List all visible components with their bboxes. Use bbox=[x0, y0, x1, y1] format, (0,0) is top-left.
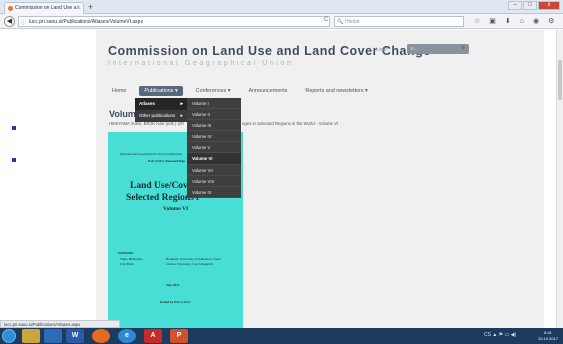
left-margin-mark bbox=[12, 158, 16, 162]
dropdown-item-label: Atlases bbox=[139, 101, 156, 106]
browser-tab[interactable]: Commission on Land Use a... × bbox=[4, 2, 84, 14]
home-icon[interactable]: ⌂ bbox=[520, 16, 524, 27]
acrobat-icon[interactable]: A bbox=[144, 329, 162, 343]
main-menu: Home Publications ▾ Conferences ▾ Announ… bbox=[107, 86, 373, 96]
cover-editor-1-affil: Hokkaido University of Education, Japan bbox=[166, 257, 221, 261]
submenu-item-volume-9[interactable]: Volume IX bbox=[187, 187, 241, 198]
new-tab-button[interactable]: + bbox=[88, 2, 93, 12]
tab-title: Commission on Land Use a... bbox=[15, 5, 81, 11]
media-player-icon[interactable] bbox=[44, 329, 62, 343]
submenu-item-volume-4[interactable]: Volume IV bbox=[187, 131, 241, 143]
site-search-input[interactable]: e... ⌕ bbox=[407, 44, 469, 54]
dropdown-item-other-publications[interactable]: Other publications ▸ bbox=[135, 110, 187, 122]
powerpoint-icon[interactable]: P bbox=[170, 329, 188, 343]
cover-editors-label: EDITORS: bbox=[118, 251, 134, 255]
menu-item-reports[interactable]: Reports and newsletters ▾ bbox=[300, 86, 372, 96]
submenu-item-volume-2[interactable]: Volume II bbox=[187, 109, 241, 121]
browser-toolbar: ◀ ⓘ lucc.pri.sanu.si/Publications/Atlase… bbox=[0, 14, 563, 29]
status-bar-url: lucc.pri.sanu.si/Publications/Atlases.as… bbox=[0, 320, 120, 328]
file-explorer-icon[interactable] bbox=[22, 329, 40, 343]
start-button[interactable] bbox=[2, 329, 16, 343]
cover-org: International Geographical Union Commiss… bbox=[120, 152, 182, 156]
reading-list-icon[interactable]: ▣ bbox=[489, 16, 496, 27]
submenu-item-volume-8[interactable]: Volume VIII bbox=[187, 176, 241, 187]
url-text: lucc.pri.sanu.si/Publications/Atlases/Vo… bbox=[29, 19, 143, 25]
clock-date: 10.10.2017 bbox=[538, 336, 559, 341]
scrollbar-thumb[interactable] bbox=[558, 60, 562, 100]
tab-close-icon[interactable]: × bbox=[76, 5, 80, 11]
reload-icon[interactable]: C bbox=[324, 17, 328, 23]
chevron-right-icon: ▸ bbox=[180, 101, 183, 107]
menu-item-publications[interactable]: Publications ▾ bbox=[139, 86, 183, 96]
extension-icon[interactable]: ⚙ bbox=[548, 16, 554, 27]
taskbar-clock[interactable]: 8:41 10.10.2017 bbox=[538, 330, 558, 342]
browser-toolbar-icons: ☆ ▣ ⬇ ⌂ ◉ ⚙ ≡ bbox=[474, 16, 563, 27]
menu-item-conferences[interactable]: Conferences ▾ bbox=[191, 86, 236, 96]
site-search-placeholder: e... bbox=[411, 46, 418, 52]
atlases-submenu: Volume I Volume II Volume III Volume IV … bbox=[187, 98, 241, 198]
site-info-icon[interactable]: ⓘ bbox=[21, 19, 26, 26]
byline-continued: nges in Selected Regions in the World - … bbox=[242, 121, 339, 126]
browser-search-input[interactable]: 🔍 Hledat bbox=[334, 16, 464, 27]
maximize-button[interactable]: □ bbox=[523, 1, 537, 10]
downloads-icon[interactable]: ⬇ bbox=[505, 16, 511, 27]
publications-dropdown: Atlases ▸ Other publications ▸ bbox=[135, 98, 187, 122]
pocket-icon[interactable]: ◉ bbox=[533, 16, 539, 27]
close-window-button[interactable]: x bbox=[538, 1, 560, 10]
submenu-item-volume-1[interactable]: Volume I bbox=[187, 98, 241, 110]
browser-tab-strip: Commission on Land Use a... × + – □ x bbox=[0, 0, 563, 14]
search-icon: 🔍 bbox=[337, 19, 344, 25]
back-button[interactable]: ◀ bbox=[4, 16, 15, 27]
cover-issued: Issued by IGU-LUCC bbox=[160, 300, 191, 304]
dropdown-item-label: Other publications bbox=[139, 113, 176, 118]
bookmark-star-icon[interactable]: ☆ bbox=[474, 16, 480, 27]
internet-explorer-icon[interactable]: e bbox=[118, 329, 136, 343]
window-controls: – □ x bbox=[508, 1, 560, 11]
word-icon[interactable]: W bbox=[66, 329, 84, 343]
submenu-item-volume-5[interactable]: Volume V bbox=[187, 142, 241, 154]
cover-editor-1: Yukio Himiyama bbox=[120, 257, 143, 261]
menu-item-announcements[interactable]: Announcements bbox=[243, 86, 292, 96]
chevron-right-icon: ▸ bbox=[180, 113, 183, 119]
site-favicon-icon bbox=[8, 6, 13, 11]
submenu-item-volume-7[interactable]: Volume VII bbox=[187, 165, 241, 176]
cover-editor-2-affil: Charles University, Czech Republic bbox=[166, 262, 214, 266]
cover-editor-2: Ivan Bicik bbox=[120, 262, 134, 266]
firefox-icon[interactable] bbox=[92, 329, 110, 343]
minimize-button[interactable]: – bbox=[508, 1, 522, 10]
cover-date: July 2011 bbox=[166, 283, 180, 287]
search-icon[interactable]: ⌕ bbox=[462, 45, 465, 52]
page-viewport bbox=[0, 30, 563, 328]
left-margin-mark bbox=[12, 126, 16, 130]
address-bar[interactable]: ⓘ lucc.pri.sanu.si/Publications/Atlases/… bbox=[18, 16, 330, 27]
submenu-item-volume-6[interactable]: Volume VI bbox=[187, 153, 241, 165]
submenu-item-volume-3[interactable]: Volume III bbox=[187, 120, 241, 132]
browser-search-placeholder: Hledat bbox=[345, 19, 360, 25]
system-tray[interactable]: CS ▲ ⚑ ▭ ◀) bbox=[484, 332, 516, 338]
cover-volume: Volume VI bbox=[163, 206, 189, 212]
scrollbar[interactable] bbox=[556, 30, 563, 328]
cover-series: IGU-LUCC Research Rep bbox=[148, 159, 185, 163]
login-link[interactable]: | Login bbox=[373, 47, 388, 53]
os-taskbar: W e A P CS ▲ ⚑ ▭ ◀) 8:41 10.10.2017 bbox=[0, 328, 563, 344]
menu-item-home[interactable]: Home bbox=[107, 86, 131, 96]
site-subtitle: International Geographical Union bbox=[108, 60, 294, 67]
dropdown-item-atlases[interactable]: Atlases ▸ bbox=[135, 98, 187, 110]
